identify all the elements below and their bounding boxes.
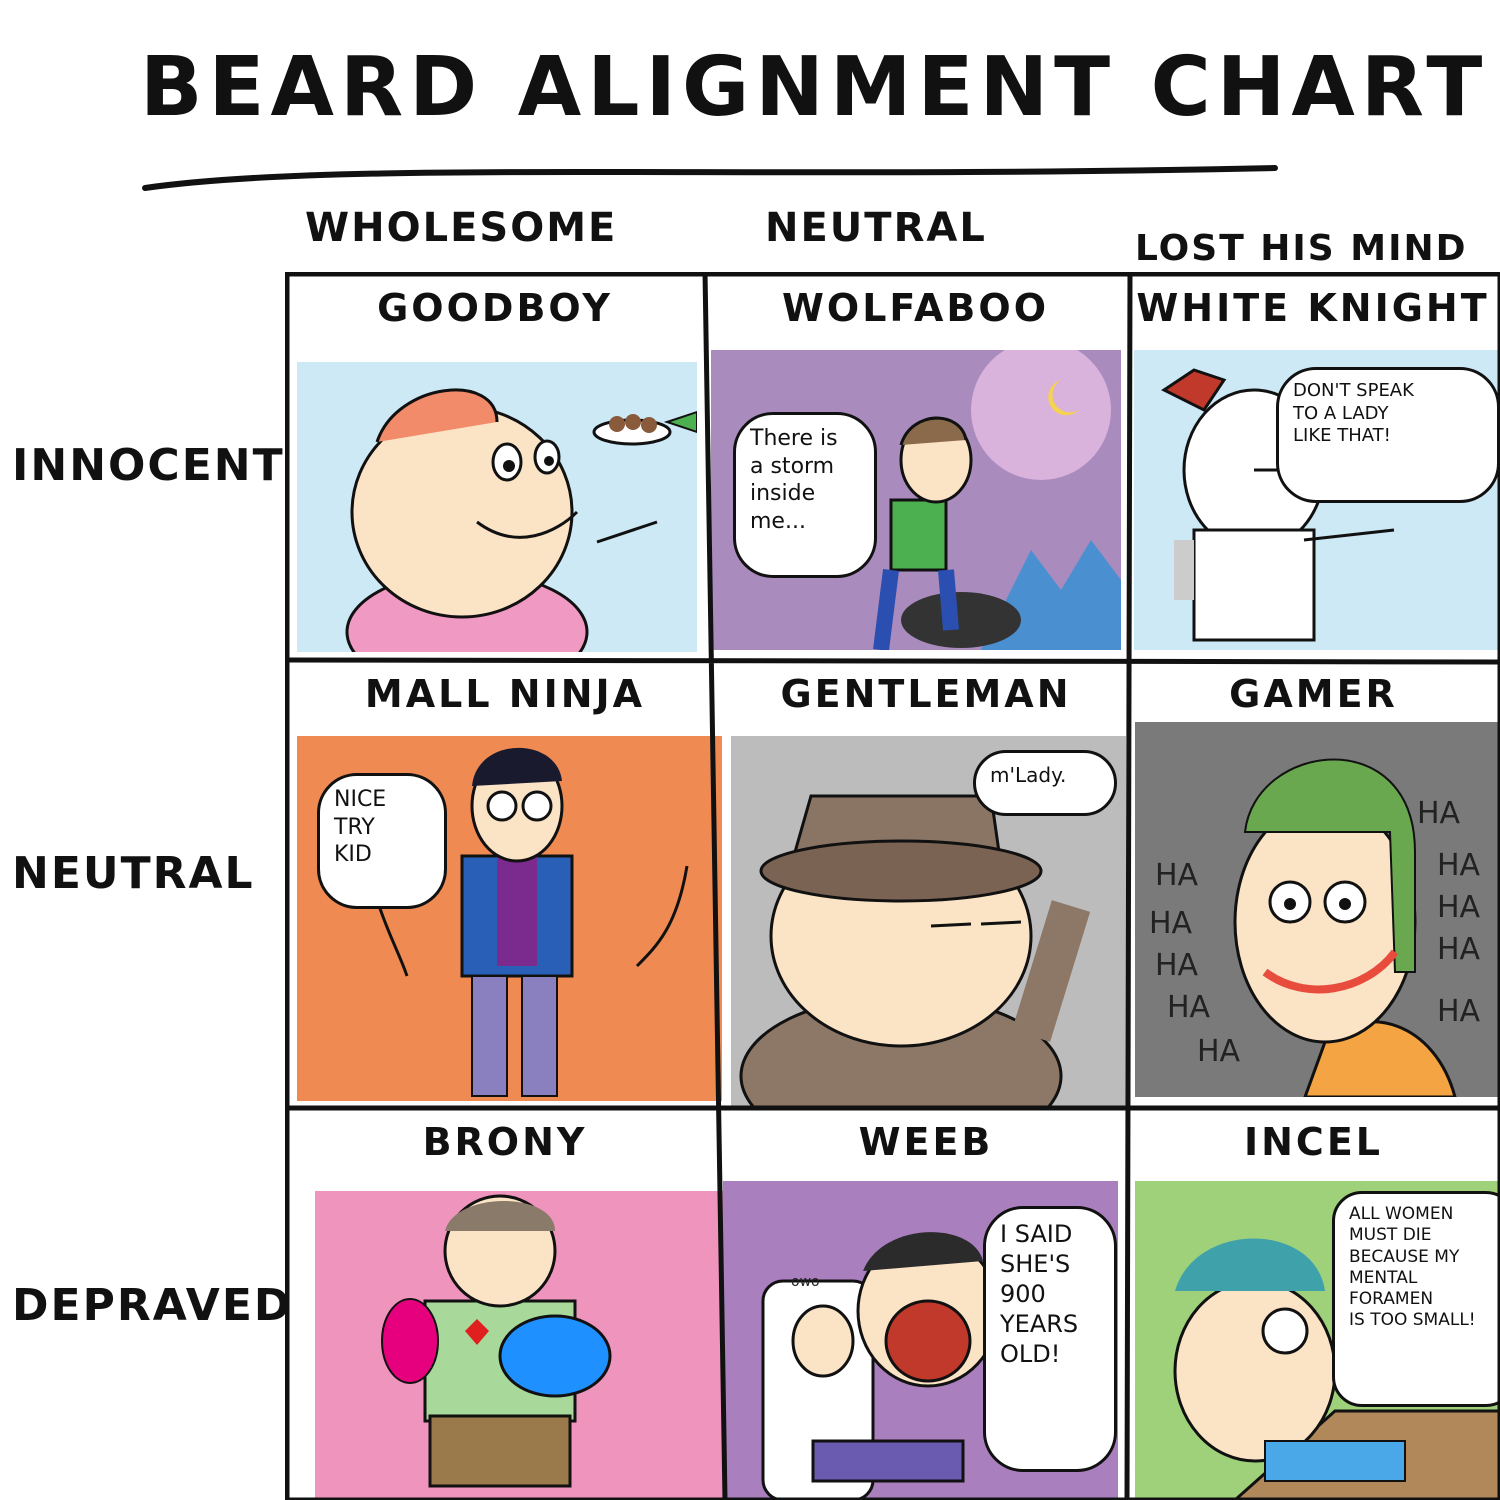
grid-lines [285,272,1500,1500]
chart-title: BEARD ALIGNMENT CHART [140,40,1489,135]
row-header-depraved: DEPRAVED [12,1280,293,1331]
title-underline [142,165,1278,191]
alignment-grid: GOODBOY WOLFABOO There is a storm inside… [285,272,1500,1500]
row-header-neutral: NEUTRAL [12,848,255,899]
column-header-neutral: NEUTRAL [765,205,987,251]
row-header-innocent: INNOCENT [12,440,285,491]
column-header-wholesome: WHOLESOME [305,205,618,251]
column-header-lost-his-mind: LOST HIS MIND [1135,228,1468,269]
